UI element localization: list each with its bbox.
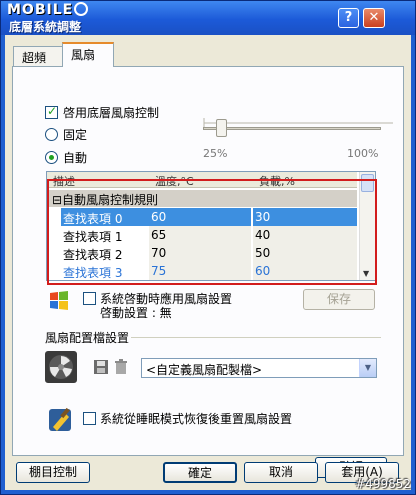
header-description: 描述: [53, 175, 75, 188]
profile-section-label: 風扇配置檔設置: [45, 331, 130, 345]
cell-load: 60: [255, 264, 271, 278]
table-row[interactable]: 查找表項 0 60 30: [47, 208, 357, 226]
auto-mode-label: 自動: [63, 151, 88, 165]
fan-speed-slider-track[interactable]: [203, 127, 381, 130]
startup-setting-label: 啓動設置 : 無: [100, 306, 172, 320]
fan-profile-select[interactable]: <自定義風扇配製檔> ▼: [141, 358, 377, 378]
cell-temperature: 65: [151, 228, 167, 242]
cell-description: 查找表項 0: [63, 212, 123, 226]
group-label: ⊟自動風扇控制規則: [52, 193, 159, 207]
broom-icon: [49, 407, 71, 431]
header-load: 負載,%: [259, 175, 295, 188]
bottom-control-button[interactable]: 棚目控制: [16, 462, 90, 483]
cell-description: 查找表項 2: [63, 248, 123, 262]
tab-fan[interactable]: 風扇: [62, 42, 114, 67]
reset-on-resume-checkbox[interactable]: [83, 412, 96, 425]
table-row[interactable]: 查找表項 1 65 40: [47, 226, 357, 244]
cell-description: 查找表項 3: [63, 266, 123, 280]
cancel-button[interactable]: 取消: [244, 462, 318, 483]
enable-fan-control-checkbox[interactable]: [45, 104, 58, 119]
table-row[interactable]: 查找表項 3 75 60: [47, 262, 357, 280]
profile-select-value: <自定義風扇配製檔>: [146, 363, 263, 377]
brand-eye-icon: [74, 2, 89, 16]
cell-temperature: 60: [151, 210, 167, 224]
windows-flag-icon: [50, 291, 68, 310]
reset-on-resume-label: 系統從睡眠模式恢復後重置風扇設置: [100, 412, 293, 426]
brand-logo: MOBILE: [7, 2, 89, 18]
ok-button[interactable]: 確定: [163, 462, 237, 483]
delete-profile-icon[interactable]: [113, 359, 129, 375]
slider-min-label: 25%: [203, 147, 228, 160]
cell-load: 50: [255, 246, 271, 260]
header-temperature: 溫度,°C: [155, 175, 194, 188]
help-button[interactable]: ?: [338, 8, 359, 28]
cell-load: 40: [255, 228, 271, 242]
tab-overclock[interactable]: 超頻: [13, 46, 63, 66]
apply-on-startup-checkbox[interactable]: [83, 292, 96, 305]
auto-mode-radio[interactable]: [45, 151, 58, 164]
fixed-mode-label: 固定: [63, 128, 88, 142]
fixed-mode-radio[interactable]: [45, 128, 58, 141]
cell-temperature: 70: [151, 246, 167, 260]
fan-speed-slider-thumb[interactable]: [215, 119, 227, 137]
chevron-down-icon[interactable]: ▼: [359, 359, 376, 377]
scroll-down-arrow-icon[interactable]: ▼: [363, 269, 369, 278]
window-title: 底層系統調整: [9, 20, 82, 34]
brand-text: MOBILE: [7, 2, 74, 18]
fan-rules-grid[interactable]: 描述 溫度,°C 負載,% ⊟自動風扇控制規則 查找表項 0 60 30 查找表項 1…: [46, 171, 376, 281]
grid-scrollbar[interactable]: ▼: [359, 172, 375, 280]
grid-group-row[interactable]: ⊟自動風扇控制規則: [47, 190, 357, 207]
profile-section-divider: [131, 337, 381, 338]
dialog-window: MOBILE 底層系統調整 ? ✕ 超頻 風扇 啓用底層風扇控制 固定 自動 2…: [0, 0, 416, 495]
watermark: #499852: [355, 477, 411, 491]
enable-fan-control-label: 啓用底層風扇控制: [63, 106, 160, 120]
slider-max-label: 100%: [347, 147, 379, 160]
dialog-client: 超頻 風扇 啓用底層風扇控制 固定 自動 25% 100% 描述: [5, 35, 411, 490]
fan-icon: [45, 351, 77, 383]
save-profile-icon[interactable]: [93, 359, 109, 375]
grid-scroll-thumb[interactable]: [361, 174, 374, 192]
fan-panel: 啓用底層風扇控制 固定 自動 25% 100% 描述 溫度,°C 負載,%: [12, 66, 404, 478]
close-button[interactable]: ✕: [363, 8, 385, 28]
title-bar[interactable]: MOBILE 底層系統調整 ? ✕: [1, 1, 415, 35]
cell-load: 30: [255, 210, 271, 224]
grid-header: 描述 溫度,°C 負載,%: [47, 172, 357, 188]
cell-description: 查找表項 1: [63, 230, 123, 244]
table-row[interactable]: 查找表項 2 70 50: [47, 244, 357, 262]
save-button[interactable]: 保存: [303, 289, 375, 310]
cell-temperature: 75: [151, 264, 167, 278]
